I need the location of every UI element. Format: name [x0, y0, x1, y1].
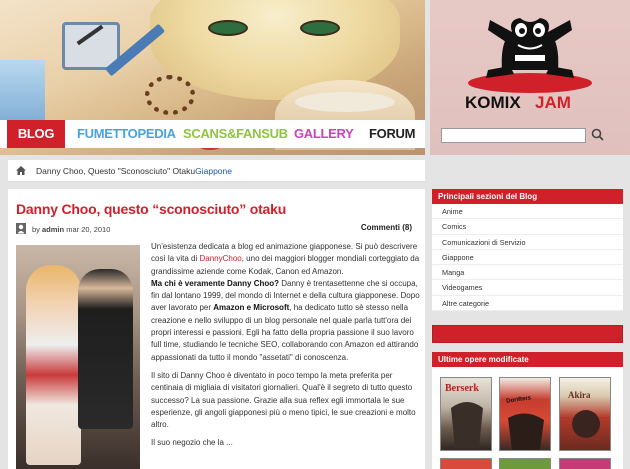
nav-gallery[interactable]: GALLERY [294, 120, 354, 148]
manga-cover-dorifters[interactable]: Dorifters [499, 377, 551, 451]
nav-scans-fansub[interactable]: SCANS&FANSUB [183, 120, 288, 148]
post-title[interactable]: Danny Choo, questo “sconosciuto” otaku [16, 201, 286, 217]
manga-cover-akira[interactable]: Akira [559, 377, 611, 451]
post-body: Un'esistenza dedicata a blog ed animazio… [151, 241, 421, 456]
sidebar-banner [432, 325, 623, 343]
manga-cover-berserk[interactable]: Berserk [440, 377, 492, 451]
post-meta-text: by admin mar 20, 2010 [32, 225, 111, 234]
svg-text:Dorifters: Dorifters [506, 395, 532, 405]
post-photo [16, 245, 140, 469]
photo-figure-cosplayer [26, 265, 81, 465]
nav-blog[interactable]: BLOG [7, 120, 65, 148]
comments-link[interactable]: Commenti (8) [361, 223, 412, 232]
dannychoo-link[interactable]: DannyChoo [199, 254, 241, 263]
character-eye [300, 20, 340, 36]
nav-fumettopedia[interactable]: FUMETTOPEDIA [77, 120, 176, 148]
category-item-manga[interactable]: Manga [432, 265, 623, 281]
category-item-altre[interactable]: Altre categorie [432, 296, 623, 312]
post-meta: by admin mar 20, 2010 Commenti (8) [16, 223, 416, 237]
categories-widget: Principali sezioni del Blog Anime Comics… [432, 189, 623, 312]
svg-text:Berserk: Berserk [445, 383, 479, 394]
category-item-videogames[interactable]: Videogames [432, 280, 623, 296]
nav-forum[interactable]: FORUM [369, 120, 415, 148]
bracelet-illustration [145, 75, 195, 115]
manga-cover[interactable] [440, 458, 492, 469]
category-item-comunicazioni[interactable]: Comunicazioni di Servizio [432, 235, 623, 250]
character-eye [208, 20, 248, 36]
manga-cover[interactable] [559, 458, 611, 469]
logo-text-komix: KOMIX [465, 93, 521, 112]
manga-cover[interactable] [499, 458, 551, 469]
search-input[interactable] [441, 128, 586, 143]
post-author[interactable]: admin [42, 225, 64, 234]
latest-works-title: Ultime opere modificate [432, 352, 623, 367]
svg-text:Akira: Akira [568, 390, 591, 400]
sidebar: Principali sezioni del Blog Anime Comics… [432, 189, 623, 469]
category-item-giappone[interactable]: Giappone [432, 250, 623, 266]
breadcrumb-current: Danny Choo, Questo "Sconosciuto" OtakuGi… [36, 166, 232, 176]
photo-figure-danny [78, 269, 133, 429]
post-paragraph: Il sito di Danny Choo è diventato in poc… [151, 370, 416, 430]
search-icon[interactable] [590, 127, 606, 143]
category-item-anime[interactable]: Anime [432, 204, 623, 220]
logo-text-jam: JAM [535, 93, 571, 112]
categories-title: Principali sezioni del Blog [432, 189, 623, 204]
category-item-comics[interactable]: Comics [432, 219, 623, 235]
main-nav: BLOG FUMETTOPEDIA SCANS&FANSUB GALLERY F… [0, 120, 425, 148]
post-paragraph: Un'esistenza dedicata a blog ed animazio… [151, 242, 420, 362]
author-icon [16, 223, 26, 234]
breadcrumb-category-link[interactable]: Giappone [195, 166, 232, 176]
latest-works-widget: Ultime opere modificate Berserk Dorifter… [432, 352, 623, 469]
breadcrumb: Danny Choo, Questo "Sconosciuto" OtakuGi… [8, 160, 425, 182]
home-icon[interactable] [16, 166, 26, 175]
post-paragraph: Il suo negozio che la ... [151, 438, 233, 448]
frog-mascot-icon [468, 18, 592, 93]
komixjam-logo[interactable]: KOMIX JAM [430, 0, 630, 120]
article: Danny Choo, questo “sconosciuto” otaku b… [8, 189, 425, 469]
